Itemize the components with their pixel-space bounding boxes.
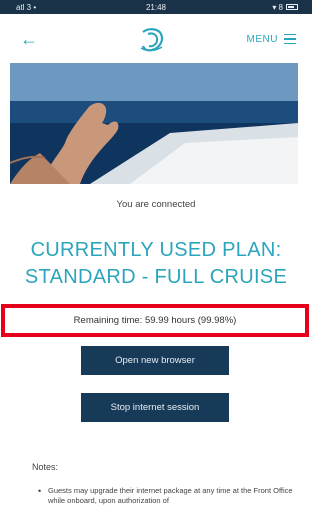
hamburger-icon <box>284 33 296 45</box>
stop-internet-session-button[interactable]: Stop internet session <box>81 393 229 422</box>
stop-internet-session-label: Stop internet session <box>110 402 200 413</box>
menu-button[interactable]: MENU <box>247 34 296 45</box>
bullet-icon: • <box>38 486 42 496</box>
plan-title-line2: STANDARD - FULL CRUISE <box>24 266 288 288</box>
feet-on-deck-illustration <box>10 63 298 184</box>
open-new-browser-label: Open new browser <box>115 355 195 366</box>
back-arrow-icon[interactable]: ← <box>20 30 38 48</box>
menu-label: MENU <box>246 33 278 45</box>
remaining-time-text: Remaining time: 59.99 hours (99.98%) <box>73 315 237 326</box>
status-bar: atl 3 • 21:48 ▾ 8 <box>0 0 312 14</box>
note-item: Guests may upgrade their internet packag… <box>48 486 293 505</box>
notes-label: Notes: <box>32 462 59 472</box>
remaining-time-box: Remaining time: 59.99 hours (99.98%) <box>1 304 309 337</box>
plan-title: CURRENTLY USED PLAN: STANDARD - FULL CRU… <box>0 237 312 291</box>
status-time: 21:48 <box>145 2 167 12</box>
ship-logo-icon <box>140 28 164 52</box>
top-nav: ← MENU <box>0 14 312 64</box>
notes-list: • Guests may upgrade their internet pack… <box>38 486 304 506</box>
hero-image <box>10 63 298 184</box>
battery-icon <box>286 4 298 10</box>
plan-title-line1: CURRENTLY USED PLAN: <box>30 239 282 261</box>
open-new-browser-button[interactable]: Open new browser <box>81 346 229 375</box>
connection-status: You are connected <box>116 199 196 210</box>
